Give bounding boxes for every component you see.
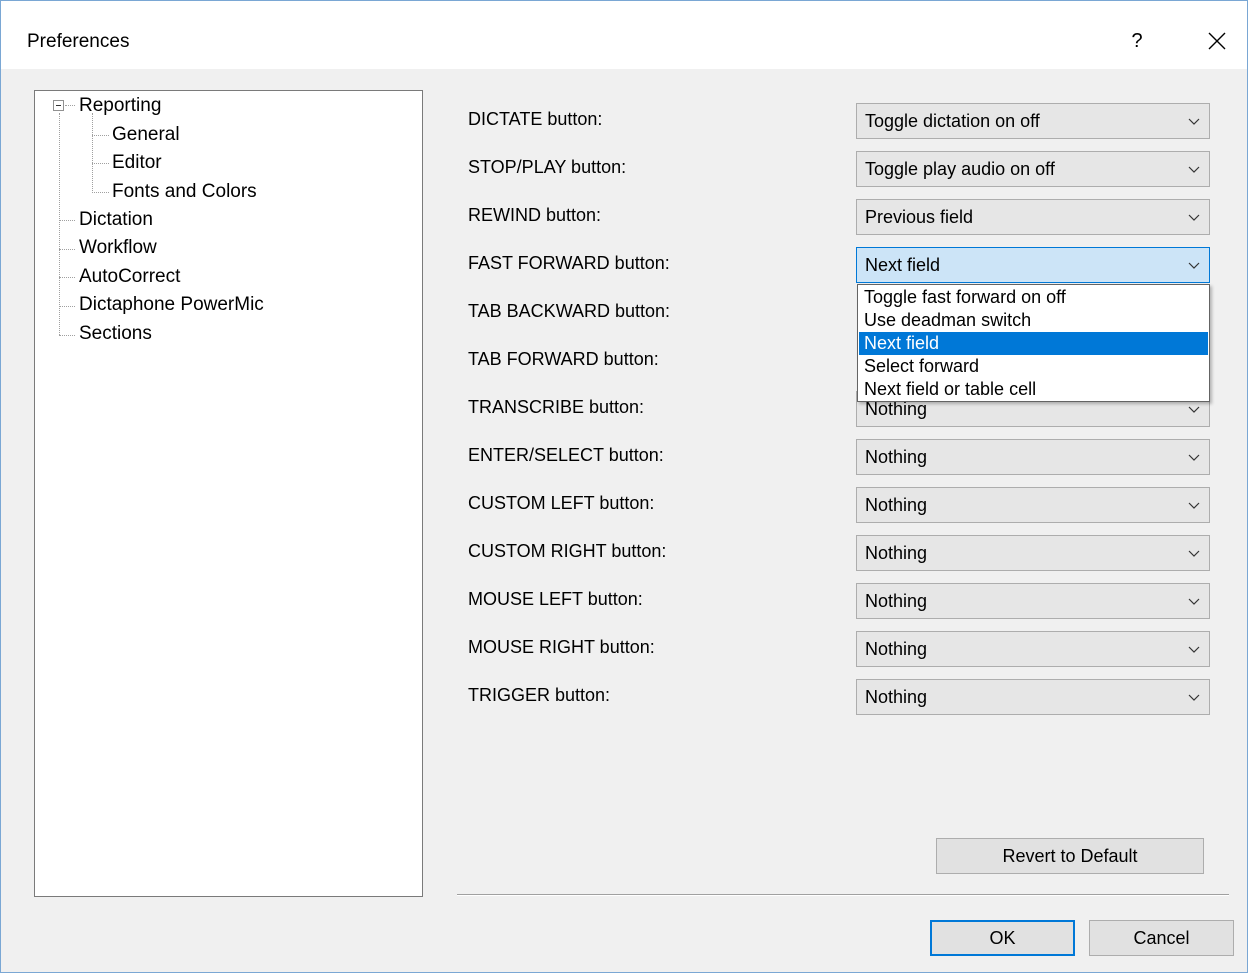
tree-connector [59,277,75,278]
dropdown-option[interactable]: Use deadman switch [859,309,1208,332]
tree-connector [59,249,75,250]
chevron-down-icon [1188,262,1200,269]
tree-connector [59,306,75,307]
collapse-reporting-icon[interactable] [53,100,64,111]
chevron-down-icon [1188,502,1200,509]
chevron-down-icon [1188,550,1200,557]
trigger-label: TRIGGER button: [468,685,611,705]
revert-to-default-button[interactable]: Revert to Default [936,838,1204,874]
tree-connector [92,163,109,164]
tree-item-general[interactable]: General [112,124,180,146]
cancel-button[interactable]: Cancel [1089,920,1234,956]
fast-forward-select-value: Next field [865,255,941,275]
rewind-select[interactable]: Previous field [856,199,1210,235]
custom-left-select[interactable]: Nothing [856,487,1210,523]
help-button[interactable]: ? [1120,23,1154,59]
tree-item-sections[interactable]: Sections [79,323,152,345]
rewind-select-value: Previous field [865,207,974,227]
tree-item-dictation[interactable]: Dictation [79,209,153,231]
custom-right-select-value: Nothing [865,543,928,563]
stop-play-select[interactable]: Toggle play audio on off [856,151,1210,187]
mouse-right-select[interactable]: Nothing [856,631,1210,667]
enter-select-select[interactable]: Nothing [856,439,1210,475]
enter-select-label: ENTER/SELECT button: [468,445,664,465]
dropdown-option[interactable]: Toggle fast forward on off [859,286,1208,309]
tree-item-dictaphone-powermic[interactable]: Dictaphone PowerMic [79,294,264,316]
transcribe-label: TRANSCRIBE button: [468,397,645,417]
dropdown-option[interactable]: Next field or table cell [859,378,1208,401]
divider [457,894,1229,896]
chevron-down-icon [1188,118,1200,125]
custom-left-label: CUSTOM LEFT button: [468,493,655,513]
custom-right-label: CUSTOM RIGHT button: [468,541,667,561]
mouse-right-select-value: Nothing [865,639,928,659]
ok-button[interactable]: OK [930,920,1075,956]
dropdown-option-selected[interactable]: Next field [859,332,1208,355]
dictate-select-value: Toggle dictation on off [865,111,1040,131]
tab-forward-label: TAB FORWARD button: [468,349,659,369]
chevron-down-icon [1188,406,1200,413]
fast-forward-select[interactable]: Next field [856,247,1210,283]
mouse-right-label: MOUSE RIGHT button: [468,637,655,657]
tree-connector [59,220,75,221]
chevron-down-icon [1188,694,1200,701]
trigger-select-value: Nothing [865,687,928,707]
dictate-label: DICTATE button: [468,109,603,129]
tree-connector [59,335,75,336]
mouse-left-select-value: Nothing [865,591,928,611]
tab-backward-label: TAB BACKWARD button: [468,301,671,321]
custom-right-select[interactable]: Nothing [856,535,1210,571]
chevron-down-icon [1188,598,1200,605]
tree-connector [92,192,109,193]
trigger-select[interactable]: Nothing [856,679,1210,715]
tree-connector [59,113,60,335]
stop-play-select-value: Toggle play audio on off [865,159,1055,179]
tree-item-editor[interactable]: Editor [112,152,162,174]
title-bar: Preferences ? [1,1,1247,69]
stop-play-label: STOP/PLAY button: [468,157,627,177]
custom-left-select-value: Nothing [865,495,928,515]
chevron-down-icon [1188,454,1200,461]
category-tree[interactable]: Reporting General Editor Fonts and Color… [34,90,423,897]
preferences-dialog: Preferences ? Reporting General Editor F… [0,0,1248,973]
chevron-down-icon [1188,214,1200,221]
close-button[interactable] [1197,23,1237,59]
close-icon [1208,32,1226,50]
mouse-left-label: MOUSE LEFT button: [468,589,643,609]
enter-select-select-value: Nothing [865,447,928,467]
dropdown-option[interactable]: Select forward [859,355,1208,378]
dialog-title: Preferences [27,31,130,52]
chevron-down-icon [1188,166,1200,173]
dictate-select[interactable]: Toggle dictation on off [856,103,1210,139]
tree-item-workflow[interactable]: Workflow [79,237,157,259]
transcribe-select-value: Nothing [865,399,928,419]
rewind-label: REWIND button: [468,205,602,225]
mouse-left-select[interactable]: Nothing [856,583,1210,619]
tree-connector [92,135,109,136]
tree-connector [65,105,75,106]
tree-item-fonts-and-colors[interactable]: Fonts and Colors [112,181,257,203]
tree-item-autocorrect[interactable]: AutoCorrect [79,266,180,288]
tree-connector [92,113,93,193]
fast-forward-label: FAST FORWARD button: [468,253,670,273]
fast-forward-dropdown-list[interactable]: Toggle fast forward on off Use deadman s… [857,284,1210,402]
chevron-down-icon [1188,646,1200,653]
